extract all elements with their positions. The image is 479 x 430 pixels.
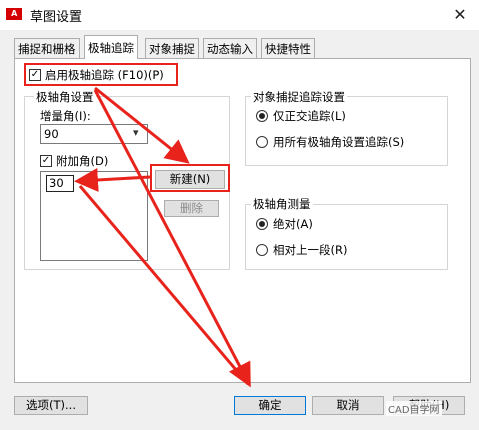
snap-tracking-group-title: 对象捕捉追踪设置 [251,89,347,105]
ok-button[interactable]: 确定 [234,396,306,415]
additional-angle-label: 附加角(D) [56,154,109,168]
chevron-down-icon[interactable]: ▾ [133,126,139,139]
measurement-group [245,204,448,270]
measurement-group-title: 极轴角测量 [251,196,313,212]
highlight-box-enable [24,63,178,86]
tab-dynamic-input[interactable]: 动态输入 [203,38,257,58]
additional-angle-checkbox[interactable]: ✓ [40,155,52,167]
delete-angle-button[interactable]: 删除 [164,200,219,217]
snap-tracking-group [245,96,448,166]
tab-quick-properties[interactable]: 快捷特性 [261,38,315,58]
absolute-label: 绝对(A) [273,217,313,231]
additional-angle-list[interactable]: 30 [40,171,148,261]
all-polar-angles-radio[interactable] [256,136,268,148]
tab-snap-grid[interactable]: 捕捉和栅格 [14,38,80,58]
orthogonal-only-radio[interactable] [256,110,268,122]
tab-object-snap[interactable]: 对象捕捉 [145,38,199,58]
orthogonal-only-label: 仅正交追踪(L) [273,109,346,123]
new-angle-button[interactable]: 新建(N) [155,170,225,189]
list-item[interactable]: 30 [46,175,74,192]
absolute-radio[interactable] [256,218,268,230]
cancel-button[interactable]: 取消 [312,396,384,415]
autocad-app-icon: A [6,8,22,20]
polar-angle-group-title: 极轴角设置 [34,89,96,105]
window-title: 草图设置 [30,10,83,25]
increment-angle-value: 90 [44,127,59,141]
relative-last-segment-radio[interactable] [256,244,268,256]
increment-angle-label: 增量角(I): [40,109,91,123]
increment-angle-select[interactable]: 90 ▾ [40,124,148,144]
tab-polar-tracking[interactable]: 极轴追踪 [84,35,138,59]
close-icon[interactable]: ✕ [448,4,472,26]
options-button[interactable]: 选项(T)... [14,396,88,415]
watermark-text: CAD自学网 [386,401,442,416]
all-polar-angles-label: 用所有极轴角设置追踪(S) [273,135,405,149]
relative-last-segment-label: 相对上一段(R) [273,243,348,257]
